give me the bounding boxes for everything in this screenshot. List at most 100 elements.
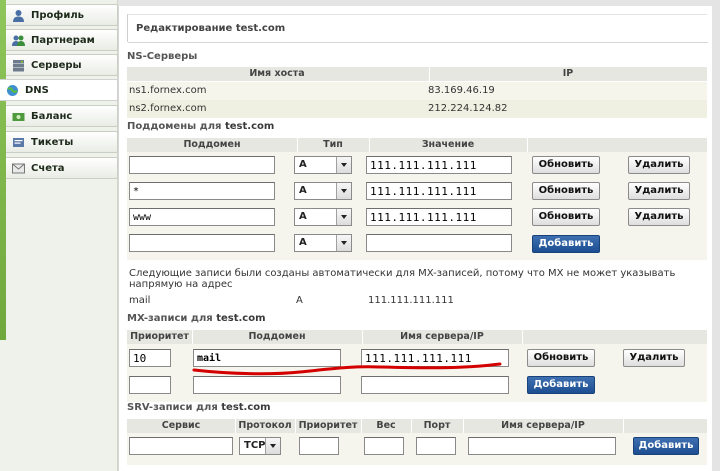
tickets-icon: [12, 136, 25, 149]
srv-server-input[interactable]: [468, 437, 616, 455]
ns-header-host: Имя хоста: [249, 68, 305, 79]
srv-priority-input[interactable]: [299, 437, 339, 455]
srv-protocol-value: TCP: [244, 440, 266, 451]
auto-record-name: mail: [129, 295, 151, 306]
subdomain-name-input[interactable]: [129, 182, 275, 200]
record-type-value: A: [299, 159, 307, 170]
srv-port-input[interactable]: [416, 437, 456, 455]
mx-header-server: Имя сервера/IP: [400, 331, 484, 342]
chevron-down-icon: [265, 438, 280, 454]
sidebar: Профиль Партнерам Серверы DNS Баланс Тик…: [0, 0, 118, 471]
auto-record-type: A: [296, 295, 303, 306]
srv-table-header: Сервис Протокол Приоритет Вес Порт Имя с…: [127, 419, 707, 433]
page-title-domain: test.com: [235, 23, 286, 34]
update-button[interactable]: Обновить: [532, 208, 600, 226]
page-title: Редактирование test.com: [127, 14, 708, 43]
ns-section-title: NS-Серверы: [127, 51, 198, 62]
new-subdomain-value-input[interactable]: [366, 234, 512, 252]
title-divider: [128, 42, 708, 43]
record-type-select[interactable]: A: [294, 156, 352, 174]
sidebar-item-profile[interactable]: Профиль: [6, 4, 118, 26]
table-row: [127, 82, 707, 100]
table-row: [127, 100, 707, 118]
auto-record-value: 111.111.111.111: [368, 295, 454, 306]
mx-section-title: MX-записи для test.com: [127, 313, 266, 324]
mx-delete-button[interactable]: Удалить: [623, 349, 685, 367]
srv-weight-input[interactable]: [364, 437, 404, 455]
add-subdomain-button[interactable]: Добавить: [532, 235, 600, 253]
record-type-value: A: [299, 185, 307, 196]
subdomains-section-title: Поддомены для test.com: [127, 121, 274, 132]
profile-icon: [12, 9, 25, 22]
sidebar-item-label: Баланс: [31, 110, 73, 122]
sidebar-item-servers[interactable]: Серверы: [6, 54, 118, 76]
srv-header-priority: Приоритет: [298, 420, 358, 431]
subdomains-title-domain: test.com: [224, 121, 275, 132]
sidebar-item-invoices[interactable]: Счета: [6, 157, 118, 179]
subdomain-value-input[interactable]: [366, 208, 512, 226]
sidebar-item-tickets[interactable]: Тикеты: [6, 131, 118, 153]
srv-title-prefix: SRV-записи для: [127, 402, 222, 413]
sidebar-item-dns[interactable]: DNS: [0, 79, 118, 101]
add-mx-button[interactable]: Добавить: [527, 376, 595, 394]
srv-protocol-select[interactable]: TCP: [239, 437, 281, 455]
srv-service-input[interactable]: [129, 437, 233, 455]
mx-table-header: Приоритет Поддомен Имя сервера/IP: [127, 330, 707, 344]
subdomain-name-input[interactable]: [129, 208, 275, 226]
chevron-down-icon: [336, 209, 351, 225]
update-button[interactable]: Обновить: [532, 182, 600, 200]
sidebar-item-label: Счета: [31, 162, 65, 174]
mx-server-input[interactable]: [361, 349, 509, 367]
new-mx-priority-input[interactable]: [129, 376, 171, 394]
ns-ip-1: 83.169.46.19: [428, 85, 495, 96]
delete-button[interactable]: Удалить: [628, 208, 690, 226]
new-record-type-select[interactable]: A: [294, 234, 352, 252]
srv-header-weight: Вес: [376, 420, 396, 431]
srv-title-domain: test.com: [221, 402, 271, 413]
add-srv-button[interactable]: Добавить: [633, 437, 699, 455]
subdomain-value-input[interactable]: [366, 156, 512, 174]
sidebar-item-label: Серверы: [31, 59, 82, 71]
srv-header-protocol: Протокол: [238, 420, 292, 431]
servers-icon: [12, 59, 25, 72]
record-type-value: A: [299, 237, 307, 248]
subdomains-header-name: Поддомен: [183, 139, 241, 150]
subdomains-title-prefix: Поддомены для: [127, 121, 225, 132]
subdomains-header-value: Значение: [421, 139, 475, 150]
new-mx-subdomain-input[interactable]: [193, 376, 341, 394]
sidebar-item-label: Партнерам: [31, 34, 95, 46]
sidebar-item-partners[interactable]: Партнерам: [6, 29, 118, 51]
mx-header-priority: Приоритет: [130, 331, 189, 342]
mx-subdomain-input[interactable]: [193, 349, 341, 367]
sidebar-item-balance[interactable]: Баланс: [6, 105, 118, 127]
ns-header-ip: IP: [562, 68, 574, 79]
new-mx-server-input[interactable]: [361, 376, 509, 394]
chevron-down-icon: [336, 235, 351, 251]
subdomain-value-input[interactable]: [366, 182, 512, 200]
main-panel: Редактирование test.com NS-Серверы Имя х…: [118, 6, 712, 471]
ns-ip-2: 212.224.124.82: [428, 103, 508, 114]
page-title-prefix: Редактирование: [136, 23, 236, 34]
update-button[interactable]: Обновить: [532, 156, 600, 174]
delete-button[interactable]: Удалить: [628, 182, 690, 200]
new-subdomain-name-input[interactable]: [129, 234, 275, 252]
record-type-select[interactable]: A: [294, 182, 352, 200]
srv-section-title: SRV-записи для test.com: [127, 402, 271, 413]
record-type-select[interactable]: A: [294, 208, 352, 226]
sidebar-item-label: Тикеты: [31, 136, 74, 148]
chevron-down-icon: [336, 183, 351, 199]
ns-table-header: Имя хоста IP: [127, 67, 707, 81]
sidebar-item-label: Профиль: [31, 9, 84, 21]
auto-records-note: Следующие записи были созданы автоматиче…: [129, 268, 676, 290]
partners-icon: [12, 34, 25, 47]
ns-host-1: ns1.fornex.com: [129, 85, 207, 96]
delete-button[interactable]: Удалить: [628, 156, 690, 174]
dns-icon: [6, 84, 19, 97]
subdomain-name-input[interactable]: [129, 156, 275, 174]
sidebar-item-label: DNS: [25, 84, 49, 96]
mx-update-button[interactable]: Обновить: [527, 349, 595, 367]
invoices-icon: [12, 162, 25, 175]
mx-priority-input[interactable]: [129, 349, 171, 367]
srv-header-port: Порт: [423, 420, 451, 431]
mx-header-subdomain: Поддомен: [248, 331, 306, 342]
